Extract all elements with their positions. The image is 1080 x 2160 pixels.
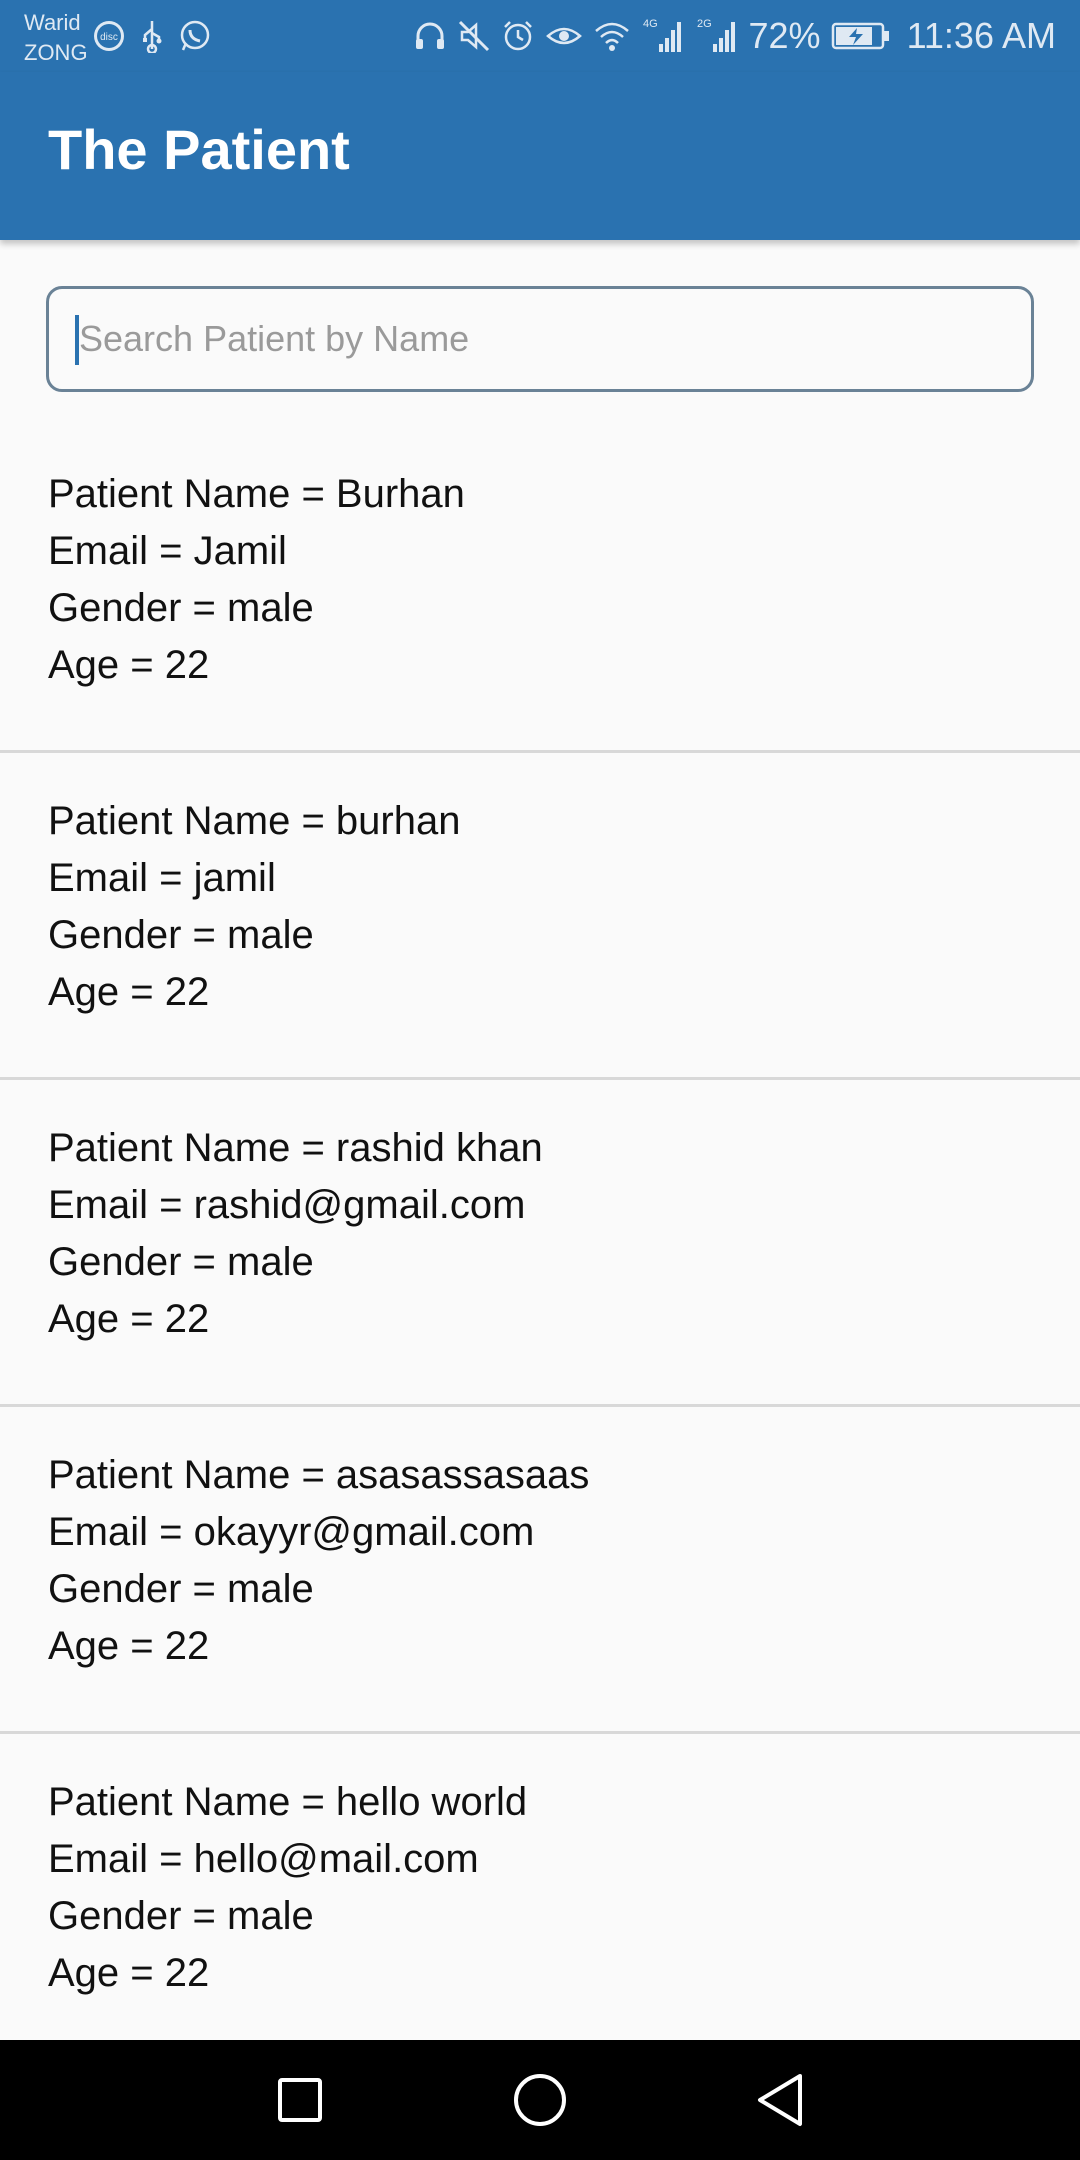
- patient-gender: Gender = male: [48, 1240, 314, 1284]
- network-type-1: 4G: [643, 18, 658, 30]
- patient-name: Patient Name = burhan: [48, 799, 461, 843]
- carrier-label: Warid ZONG: [24, 8, 88, 68]
- system-nav-bar: [0, 2040, 1080, 2160]
- home-button[interactable]: [508, 2068, 572, 2132]
- search-input[interactable]: [73, 289, 1019, 389]
- battery-percent: 72%: [748, 15, 821, 56]
- patient-email: Email = rashid@gmail.com: [48, 1183, 526, 1227]
- disc-icon: disc: [92, 19, 126, 53]
- network-type-2: 2G: [697, 18, 712, 30]
- patient-email: Email = Jamil: [48, 529, 287, 573]
- patient-email: Email = hello@mail.com: [48, 1837, 479, 1881]
- list-item[interactable]: Patient Name = rashid khan Email = rashi…: [0, 1080, 1080, 1407]
- recents-square-icon: [276, 2076, 324, 2124]
- list-item[interactable]: Patient Name = burhan Email = jamil Gend…: [0, 753, 1080, 1080]
- whatsapp-icon: [178, 19, 212, 53]
- patient-gender: Gender = male: [48, 1894, 314, 1938]
- patient-gender: Gender = male: [48, 586, 314, 630]
- patient-age: Age = 22: [48, 643, 210, 687]
- signal-icon-2: 2G: [695, 16, 739, 56]
- clock: 11:36 AM: [906, 15, 1056, 56]
- patient-name: Patient Name = hello world: [48, 1780, 528, 1824]
- mute-icon: [457, 19, 491, 53]
- usb-icon: [140, 19, 164, 53]
- patient-age: Age = 22: [48, 1297, 210, 1341]
- carrier-line-1: Warid: [24, 10, 81, 35]
- patient-email: Email = jamil: [48, 856, 276, 900]
- patient-email: Email = okayyr@gmail.com: [48, 1510, 535, 1554]
- patient-age: Age = 22: [48, 970, 210, 1014]
- status-right: 4G 2G 72% 11:36 AM: [413, 14, 1056, 58]
- back-button[interactable]: [748, 2068, 812, 2132]
- wifi-icon: [593, 19, 631, 53]
- carrier-line-2: ZONG: [24, 40, 88, 65]
- list-item[interactable]: Patient Name = asasassasaas Email = okay…: [0, 1407, 1080, 1734]
- patient-name: Patient Name = Burhan: [48, 472, 465, 516]
- page-title: The Patient: [48, 118, 350, 181]
- status-left-icons: disc: [92, 18, 212, 54]
- app-bar: The Patient: [0, 72, 1080, 240]
- patient-gender: Gender = male: [48, 1567, 314, 1611]
- list-item[interactable]: Patient Name = hello world Email = hello…: [0, 1734, 1080, 2061]
- patient-name: Patient Name = rashid khan: [48, 1126, 543, 1170]
- alarm-icon: [501, 19, 535, 53]
- recents-button[interactable]: [268, 2068, 332, 2132]
- status-bar: Warid ZONG disc 4G 2G 72% 11:36 AM: [0, 0, 1080, 72]
- patient-list: Patient Name = Burhan Email = Jamil Gend…: [0, 426, 1080, 2061]
- patient-age: Age = 22: [48, 1951, 210, 1995]
- patient-age: Age = 22: [48, 1624, 210, 1668]
- svg-text:disc: disc: [100, 32, 118, 43]
- battery-charging-icon: [831, 20, 891, 52]
- eye-icon: [545, 19, 583, 53]
- home-circle-icon: [512, 2072, 568, 2128]
- signal-icon: 4G: [641, 16, 685, 56]
- screen: Warid ZONG disc 4G 2G 72% 11:36 AM The P…: [0, 0, 1080, 2160]
- headset-icon: [413, 19, 447, 53]
- back-triangle-icon: [754, 2072, 806, 2128]
- patient-gender: Gender = male: [48, 913, 314, 957]
- list-item[interactable]: Patient Name = Burhan Email = Jamil Gend…: [0, 426, 1080, 753]
- search-field[interactable]: [46, 286, 1034, 392]
- patient-name: Patient Name = asasassasaas: [48, 1453, 590, 1497]
